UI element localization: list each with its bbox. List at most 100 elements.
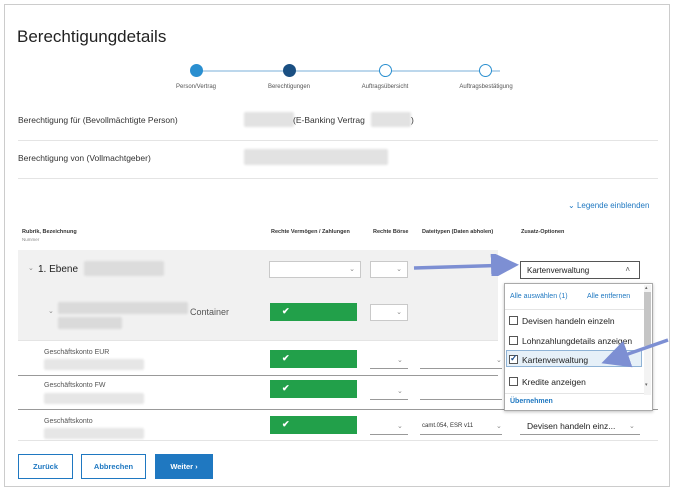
apply-link[interactable]: Übernehmen (510, 398, 553, 405)
remove-all-link[interactable]: Alle entfernen (587, 293, 630, 300)
step-dot-3 (379, 64, 392, 77)
next-button[interactable]: Weiter › (155, 454, 213, 479)
redacted-label (58, 317, 122, 329)
col-zusatz: Zusatz-Optionen (521, 229, 565, 235)
page-frame (4, 4, 670, 487)
chevron-down-icon[interactable]: ⌄ (48, 307, 54, 315)
annotation-arrow-icon (601, 338, 669, 368)
option-devisen[interactable]: Devisen handeln einzeln (509, 313, 615, 328)
dateitypen-underline (420, 434, 502, 435)
row-label-ebene: 1. Ebene (38, 264, 79, 275)
stepper-line (200, 70, 500, 72)
step-label-3: Auftragsübersicht (361, 84, 409, 90)
back-button[interactable]: Zurück (18, 454, 73, 479)
divider (18, 375, 498, 376)
step-dot-4 (479, 64, 492, 77)
redacted-grantor (244, 149, 388, 165)
col-rechte-vermoegen: Rechte Vermögen / Zahlungen (271, 229, 350, 235)
checkbox[interactable] (509, 316, 518, 325)
col-rechte-boerse: Rechte Börse (373, 229, 409, 235)
checkbox-checked[interactable] (509, 353, 518, 364)
rechte-vermoegen-checked[interactable]: ✔ (270, 350, 357, 368)
check-icon: ✔ (282, 353, 290, 363)
dateitypen-underline (420, 399, 502, 400)
step-label-1: Person/Vertrag (175, 84, 217, 90)
option-label: Kartenverwaltung (522, 354, 589, 365)
check-icon: ✔ (282, 419, 290, 429)
chevron-down-icon: ⌄ (396, 309, 402, 316)
zusatz-optionen-select[interactable]: Kartenverwaltung ˄ (520, 261, 640, 279)
rechte-boerse-underline (370, 434, 408, 435)
chevron-down-icon: ⌄ (349, 266, 355, 273)
row-label-eur: Geschäftskonto EUR (44, 349, 110, 356)
chevron-down-icon[interactable]: ⌄ (496, 422, 502, 430)
chevron-up-icon: ˄ (625, 265, 630, 274)
col-rubrik: Rubrik, Bezeichnung (22, 229, 77, 235)
page-title: Berechtigungdetails (17, 27, 167, 46)
redacted-number (44, 428, 144, 439)
rechte-vermoegen-select[interactable]: ⌄ (269, 261, 361, 278)
chevron-down-icon[interactable]: ⌄ (397, 387, 403, 395)
rechte-boerse-underline (370, 368, 408, 369)
rechte-boerse-select[interactable]: ⌄ (370, 261, 408, 278)
cancel-button[interactable]: Abbrechen (81, 454, 146, 479)
redacted-number (44, 359, 144, 370)
row-label-fw: Geschäftskonto FW (44, 382, 106, 389)
step-dot-2 (283, 64, 296, 77)
rechte-vermoegen-checked[interactable]: ✔ (270, 303, 357, 321)
col-dateitypen: Dateitypen (Daten abholen) (422, 229, 494, 235)
row-band (18, 290, 498, 340)
divider (18, 178, 658, 179)
chevron-down-icon[interactable]: ⌄ (496, 356, 502, 364)
scroll-down-icon[interactable]: ▾ (645, 382, 648, 388)
redacted-label (58, 302, 188, 314)
berechtigung-fuer-value-end: ) (411, 115, 414, 125)
zusatz-underline (520, 434, 640, 435)
chevron-down-icon[interactable]: ⌄ (397, 422, 403, 430)
rechte-vermoegen-checked[interactable]: ✔ (270, 416, 357, 434)
checkbox[interactable] (509, 336, 518, 345)
berechtigung-fuer-value: (E-Banking Vertrag (293, 115, 365, 125)
redacted-contract (371, 112, 411, 127)
chevron-down-icon: ⌄ (568, 201, 577, 210)
row-label-gk: Geschäftskonto (44, 418, 93, 425)
check-icon: ✔ (282, 306, 290, 316)
option-label: Kredite anzeigen (522, 376, 586, 387)
chevron-down-icon[interactable]: ⌄ (28, 264, 34, 272)
redacted-number (44, 393, 144, 404)
col-rubrik-sub: Nummer (22, 237, 40, 242)
chevron-down-icon: ⌄ (396, 266, 402, 273)
option-kredite[interactable]: Kredite anzeigen (509, 374, 586, 389)
step-dot-1 (190, 64, 203, 77)
zusatz-value[interactable]: Devisen handeln einz... (527, 421, 615, 431)
rechte-vermoegen-checked[interactable]: ✔ (270, 380, 357, 398)
dateitypen-underline (420, 368, 502, 369)
annotation-arrow-icon (413, 254, 519, 276)
legend-link[interactable]: ⌄ Legende einblenden (568, 201, 649, 210)
divider (18, 140, 658, 141)
legend-link-label: Legende einblenden (576, 201, 650, 210)
divider (505, 309, 644, 310)
option-label: Devisen handeln einzeln (522, 315, 615, 326)
zusatz-selected-label: Kartenverwaltung (527, 266, 590, 275)
step-label-2: Berechtigungen (267, 84, 311, 90)
redacted-name (244, 112, 294, 127)
divider (505, 393, 644, 394)
divider (18, 340, 498, 341)
chevron-down-icon[interactable]: ⌄ (397, 356, 403, 364)
divider (18, 440, 658, 441)
row-label-container: Container (190, 307, 230, 317)
berechtigung-fuer-label: Berechtigung für (Bevollmächtigte Person… (18, 115, 178, 125)
check-icon: ✔ (282, 383, 290, 393)
berechtigung-von-label: Berechtigung von (Vollmachtgeber) (18, 153, 151, 163)
rechte-boerse-select[interactable]: ⌄ (370, 304, 408, 321)
select-all-link[interactable]: Alle auswählen (1) (510, 293, 568, 300)
redacted-label (84, 261, 164, 276)
dateitypen-value[interactable]: camt.054, ESR v11 (422, 423, 473, 429)
chevron-down-icon[interactable]: ⌄ (629, 422, 635, 430)
option-kartenverwaltung[interactable]: Kartenverwaltung (509, 352, 588, 367)
scroll-up-icon[interactable]: ▴ (645, 285, 648, 291)
checkbox[interactable] (509, 377, 518, 386)
rechte-boerse-underline (370, 399, 408, 400)
step-label-4: Auftragsbestätigung (459, 84, 513, 90)
